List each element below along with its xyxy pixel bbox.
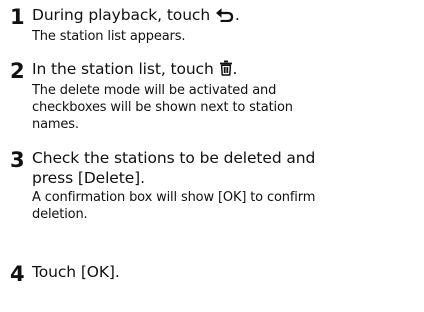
step-number: 4 bbox=[10, 262, 25, 286]
result-line: A confirmation box will show [OK] to con… bbox=[32, 190, 316, 205]
instruction-line: press [Delete]. bbox=[32, 169, 145, 187]
instruction-text-end: . bbox=[232, 60, 238, 78]
result-line: The delete mode will be activated and bbox=[32, 83, 277, 98]
result-line: deletion. bbox=[32, 207, 88, 222]
step-body: Touch [OK]. bbox=[32, 262, 417, 282]
instruction-page: 1 During playback, touch . The station l… bbox=[0, 0, 424, 312]
step-number: 1 bbox=[10, 5, 25, 29]
instruction-line: Touch [OK]. bbox=[32, 263, 120, 281]
trash-icon bbox=[219, 60, 233, 81]
step-instruction: In the station list, touch . bbox=[32, 59, 417, 81]
step-instruction: Check the stations to be deleted and pre… bbox=[32, 148, 417, 188]
step-number: 2 bbox=[10, 59, 25, 83]
step-body: In the station list, touch . The delete … bbox=[32, 59, 417, 133]
instruction-text-end: . bbox=[234, 6, 240, 24]
step-instruction: During playback, touch . bbox=[32, 5, 417, 27]
step-instruction: Touch [OK]. bbox=[32, 262, 417, 282]
step-number: 3 bbox=[10, 148, 25, 172]
instruction-text: During playback, touch bbox=[32, 6, 215, 24]
result-line: names. bbox=[32, 117, 79, 132]
step-result: The delete mode will be activated and ch… bbox=[32, 82, 417, 133]
result-line: The station list appears. bbox=[32, 29, 186, 44]
step-result: A confirmation box will show [OK] to con… bbox=[32, 189, 417, 223]
result-line: checkboxes will be shown next to station bbox=[32, 100, 293, 115]
step-body: During playback, touch . The station lis… bbox=[32, 5, 417, 45]
instruction-text: In the station list, touch bbox=[32, 60, 219, 78]
back-arrow-icon bbox=[215, 6, 235, 27]
instruction-line: Check the stations to be deleted and bbox=[32, 149, 316, 167]
step-body: Check the stations to be deleted and pre… bbox=[32, 148, 417, 223]
step-result: The station list appears. bbox=[32, 28, 417, 45]
